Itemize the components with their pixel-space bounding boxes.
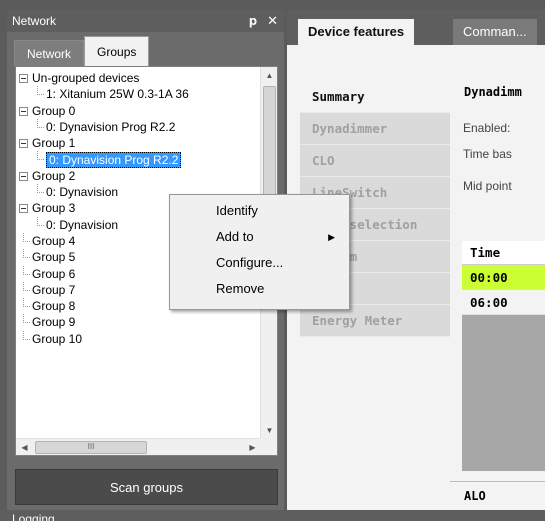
tree-connector <box>23 298 30 308</box>
tree-item-label: 0: Dynavision Prog R2.2 <box>46 152 182 169</box>
tree-item-label: Group 2 <box>32 168 76 183</box>
context-menu-label: Identify <box>216 203 258 218</box>
context-menu-item[interactable]: Remove <box>170 276 349 302</box>
context-menu-item[interactable]: Add to ▶ <box>170 224 349 250</box>
tab-device-features[interactable]: Device features <box>298 19 415 45</box>
tree-connector <box>23 281 30 291</box>
close-icon[interactable]: ✕ <box>267 10 278 32</box>
collapse-icon[interactable] <box>19 74 28 83</box>
collapse-icon[interactable] <box>19 139 28 149</box>
feature-content: Dynadimm Enabled: Time bas Mid point Tim… <box>450 81 545 503</box>
tree-group-node[interactable]: Group 0 <box>16 103 261 119</box>
tree-item-label: Group 6 <box>32 266 76 281</box>
time-column-header: Time <box>462 241 545 265</box>
prop-mid-point: Mid point <box>463 179 512 193</box>
scroll-up-icon[interactable]: ▲ <box>261 67 278 84</box>
logging-panel: Logging <box>0 510 545 521</box>
tree-item-label: Group 7 <box>32 282 76 297</box>
tree-item-label: Group 3 <box>32 201 76 216</box>
tree-device-node[interactable]: 1: Xitanium 25W 0.3-1A 36 <box>16 86 261 102</box>
logging-title: Logging <box>12 512 55 521</box>
tree-device-node[interactable]: 0: Dynavision Prog R2.2 <box>16 118 261 135</box>
tree-item-label: Group 10 <box>32 331 83 346</box>
scroll-right-icon[interactable]: ▶ <box>244 439 261 456</box>
tree-connector <box>23 265 30 275</box>
tree-connector <box>23 232 30 242</box>
tree-device-node[interactable]: 0: Dynavision Prog R2.2 <box>16 151 261 169</box>
tree-connector <box>37 184 44 194</box>
scroll-left-icon[interactable]: ◀ <box>16 439 33 456</box>
scroll-down-icon[interactable]: ▼ <box>261 422 278 439</box>
alo-label: ALO <box>464 489 486 503</box>
device-tabs: Device features Comman... <box>287 10 545 45</box>
tree-item-label: Group 0 <box>32 103 76 118</box>
tree-connector <box>23 314 30 324</box>
tree-item-label: Group 1 <box>32 136 76 151</box>
network-panel-header: Network 𝐩 ✕ <box>7 10 284 32</box>
tree-connector <box>23 330 30 340</box>
feature-item[interactable]: Summary <box>300 81 450 113</box>
context-menu: Identify Add to ▶ Configure... Remove <box>169 194 350 310</box>
tree-item-label: 0: Dynavision <box>46 217 119 232</box>
tree-item-label: Group 5 <box>32 250 76 265</box>
tab-commands[interactable]: Comman... <box>453 19 537 45</box>
feature-item[interactable]: Dynadimmer <box>300 113 450 145</box>
tree-item-label: Group 9 <box>32 315 76 330</box>
tree-item-label: Group 4 <box>32 233 76 248</box>
tree-item-label: 1: Xitanium 25W 0.3-1A 36 <box>46 87 189 102</box>
table-row[interactable]: 00:00 <box>462 265 545 290</box>
scroll-corner <box>260 438 277 455</box>
context-menu-item[interactable]: Identify <box>170 198 349 224</box>
tree-connector <box>37 216 44 226</box>
tree-item-label: Group 8 <box>32 299 76 314</box>
pin-icon[interactable]: 𝐩 <box>249 10 257 32</box>
horizontal-scrollbar[interactable]: ◀ III ▶ <box>16 438 261 455</box>
tab-groups[interactable]: Groups <box>84 36 150 66</box>
collapse-icon[interactable] <box>19 106 28 116</box>
table-row[interactable]: 06:00 <box>462 290 545 315</box>
scan-groups-button[interactable]: Scan groups <box>15 469 278 505</box>
tree-connector <box>37 118 44 128</box>
collapse-icon[interactable] <box>19 171 28 181</box>
tree-item-label: 0: Dynavision <box>46 185 119 200</box>
tree-connector <box>37 86 44 96</box>
prop-enabled: Enabled: <box>463 121 511 135</box>
tree-group-node[interactable]: Group 9 <box>16 314 261 330</box>
tree-group-node[interactable]: Group 1 <box>16 135 261 151</box>
tree-group-node[interactable]: Group 10 <box>16 330 261 347</box>
network-panel-title: Network <box>12 14 57 28</box>
tab-network[interactable]: Network <box>14 40 85 66</box>
context-menu-label: Add to <box>216 229 254 244</box>
tree-connector <box>37 151 44 161</box>
tree-connector <box>23 249 30 259</box>
horizontal-scroll-thumb[interactable]: III <box>35 441 147 454</box>
context-menu-label: Remove <box>216 281 265 296</box>
collapse-icon[interactable] <box>19 204 28 214</box>
tree-group-node[interactable]: Group 2 <box>16 168 261 184</box>
content-heading: Dynadimm <box>464 85 522 99</box>
submenu-arrow-icon: ▶ <box>328 232 335 242</box>
app-window: Network 𝐩 ✕ Network Groups Un-grouped de… <box>0 0 545 521</box>
prop-time-base: Time bas <box>463 147 512 161</box>
feature-item[interactable]: CLO <box>300 145 450 177</box>
context-menu-label: Configure... <box>216 255 284 270</box>
tree-item-label: 0: Dynavision Prog R2.2 <box>46 119 176 134</box>
tree-group-node[interactable]: Un-grouped devices <box>16 70 261 86</box>
time-table: Time 00:00 06:00 <box>462 241 545 471</box>
divider <box>450 481 545 482</box>
context-menu-item[interactable]: Configure... <box>170 250 349 276</box>
tree-item-label: Un-grouped devices <box>32 71 140 85</box>
network-tabs: Network Groups <box>14 34 150 66</box>
